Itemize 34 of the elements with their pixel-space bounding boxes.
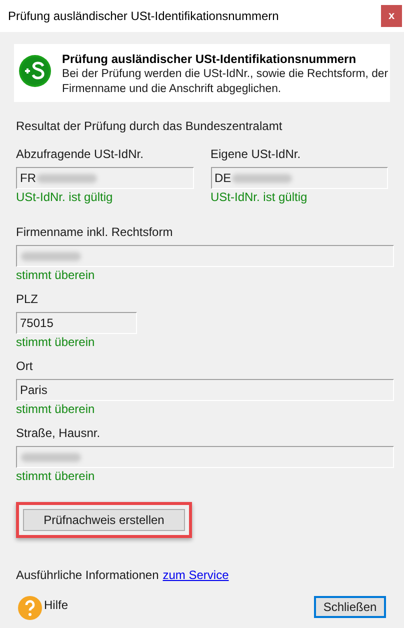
- status-text: stimmt überein: [16, 402, 96, 417]
- blurred-text: [37, 174, 97, 182]
- header-title: Prüfung ausländischer USt-Identifikationsnummern: [62, 52, 358, 67]
- field-label: Firmenname inkl. Rechtsform: [16, 225, 174, 240]
- input-field[interactable]: [16, 245, 394, 267]
- close-button[interactable]: x: [381, 5, 402, 27]
- close-dialog-button[interactable]: Schließen: [314, 596, 386, 618]
- input-field[interactable]: 75015: [16, 312, 137, 334]
- logo-icon: [18, 54, 52, 88]
- input-field[interactable]: DE: [210, 167, 388, 189]
- status-text: USt-IdNr. ist gültig: [210, 190, 308, 205]
- input-field[interactable]: FR: [16, 167, 194, 189]
- field-label: Abzufragende USt-IdNr.: [16, 147, 144, 162]
- status-text: stimmt überein: [16, 268, 96, 283]
- service-link[interactable]: zum Service: [162, 568, 229, 583]
- section-heading: Resultat der Prüfung durch das Bundeszentralamt: [16, 119, 284, 134]
- input-field[interactable]: Paris: [16, 379, 394, 401]
- status-text: USt-IdNr. ist gültig: [16, 190, 114, 205]
- window-title: Prüfung ausländischer USt-Identifikationsnummern: [8, 8, 279, 25]
- field-label: PLZ: [16, 292, 40, 307]
- help-icon[interactable]: [18, 596, 42, 620]
- field-label: Eigene USt-IdNr.: [210, 147, 302, 162]
- status-text: stimmt überein: [16, 469, 96, 484]
- info-text: Ausführliche Informationen: [16, 568, 159, 583]
- blurred-text: [232, 174, 292, 182]
- help-label[interactable]: Hilfe: [44, 596, 68, 614]
- field-label: Ort: [16, 359, 34, 374]
- blurred-text: [21, 252, 81, 260]
- blurred-text: [21, 452, 81, 462]
- header-description: Bei der Prüfung werden die USt-IdNr., sowie die Rechtsform, der Firmenname und die Anschrift abgeglichen.: [62, 67, 390, 97]
- proof-button[interactable]: Prüfnachweis erstellen: [23, 509, 185, 531]
- field-label: Straße, Hausnr.: [16, 426, 102, 441]
- status-text: stimmt überein: [16, 335, 96, 350]
- input-field[interactable]: [16, 446, 394, 468]
